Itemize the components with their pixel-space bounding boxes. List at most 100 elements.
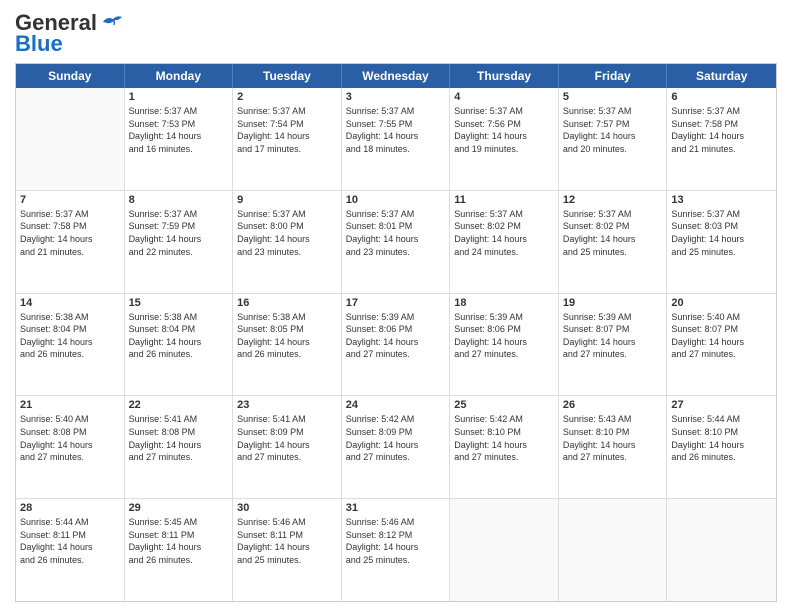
- calendar-day-12: 12Sunrise: 5:37 AMSunset: 8:02 PMDayligh…: [559, 191, 668, 293]
- day-info-text: and 26 minutes.: [671, 451, 772, 464]
- day-number: 21: [20, 399, 120, 411]
- day-info-text: and 25 minutes.: [671, 246, 772, 259]
- day-info-text: Sunset: 8:04 PM: [20, 323, 120, 336]
- day-info-text: Sunset: 8:07 PM: [671, 323, 772, 336]
- day-info-text: Sunrise: 5:37 AM: [346, 105, 446, 118]
- day-number: 30: [237, 502, 337, 514]
- calendar-header-thursday: Thursday: [450, 64, 559, 88]
- day-number: 22: [129, 399, 229, 411]
- day-info-text: Daylight: 14 hours: [454, 233, 554, 246]
- calendar-day-11: 11Sunrise: 5:37 AMSunset: 8:02 PMDayligh…: [450, 191, 559, 293]
- day-info-text: Sunrise: 5:39 AM: [346, 311, 446, 324]
- day-info-text: Sunrise: 5:37 AM: [563, 105, 663, 118]
- day-info-text: and 19 minutes.: [454, 143, 554, 156]
- day-info-text: Daylight: 14 hours: [346, 130, 446, 143]
- day-info-text: Daylight: 14 hours: [129, 336, 229, 349]
- day-number: 8: [129, 194, 229, 206]
- day-info-text: Daylight: 14 hours: [237, 233, 337, 246]
- calendar-day-empty: [16, 88, 125, 190]
- day-info-text: Sunrise: 5:46 AM: [346, 516, 446, 529]
- calendar-day-15: 15Sunrise: 5:38 AMSunset: 8:04 PMDayligh…: [125, 294, 234, 396]
- day-number: 11: [454, 194, 554, 206]
- day-info-text: and 20 minutes.: [563, 143, 663, 156]
- day-info-text: and 26 minutes.: [237, 348, 337, 361]
- day-info-text: Sunrise: 5:37 AM: [454, 105, 554, 118]
- day-number: 23: [237, 399, 337, 411]
- day-info-text: Daylight: 14 hours: [454, 336, 554, 349]
- day-info-text: Daylight: 14 hours: [671, 439, 772, 452]
- day-info-text: Daylight: 14 hours: [237, 336, 337, 349]
- day-info-text: and 27 minutes.: [563, 451, 663, 464]
- day-info-text: Daylight: 14 hours: [671, 336, 772, 349]
- day-info-text: Sunrise: 5:37 AM: [237, 208, 337, 221]
- day-info-text: and 27 minutes.: [237, 451, 337, 464]
- day-info-text: Daylight: 14 hours: [346, 336, 446, 349]
- calendar-day-13: 13Sunrise: 5:37 AMSunset: 8:03 PMDayligh…: [667, 191, 776, 293]
- calendar-day-empty: [667, 499, 776, 601]
- day-info-text: Sunrise: 5:41 AM: [237, 413, 337, 426]
- day-info-text: Sunset: 8:03 PM: [671, 220, 772, 233]
- day-info-text: Sunset: 7:58 PM: [20, 220, 120, 233]
- day-info-text: Sunrise: 5:40 AM: [671, 311, 772, 324]
- calendar-week-1: 1Sunrise: 5:37 AMSunset: 7:53 PMDaylight…: [16, 88, 776, 191]
- calendar-week-4: 21Sunrise: 5:40 AMSunset: 8:08 PMDayligh…: [16, 396, 776, 499]
- day-info-text: Sunrise: 5:44 AM: [671, 413, 772, 426]
- day-info-text: and 27 minutes.: [563, 348, 663, 361]
- day-info-text: Sunset: 8:12 PM: [346, 529, 446, 542]
- day-info-text: Daylight: 14 hours: [20, 439, 120, 452]
- day-number: 19: [563, 297, 663, 309]
- day-number: 27: [671, 399, 772, 411]
- day-info-text: and 27 minutes.: [454, 348, 554, 361]
- day-info-text: Daylight: 14 hours: [563, 336, 663, 349]
- calendar-week-3: 14Sunrise: 5:38 AMSunset: 8:04 PMDayligh…: [16, 294, 776, 397]
- day-info-text: Sunrise: 5:37 AM: [346, 208, 446, 221]
- calendar-day-26: 26Sunrise: 5:43 AMSunset: 8:10 PMDayligh…: [559, 396, 668, 498]
- day-info-text: Daylight: 14 hours: [129, 233, 229, 246]
- day-info-text: and 23 minutes.: [346, 246, 446, 259]
- page: General Blue SundayMondayTuesdayWednesda…: [0, 0, 792, 612]
- day-info-text: and 27 minutes.: [129, 451, 229, 464]
- day-number: 28: [20, 502, 120, 514]
- day-number: 20: [671, 297, 772, 309]
- day-info-text: and 26 minutes.: [20, 554, 120, 567]
- logo: General Blue: [15, 10, 123, 57]
- calendar-day-23: 23Sunrise: 5:41 AMSunset: 8:09 PMDayligh…: [233, 396, 342, 498]
- calendar-body: 1Sunrise: 5:37 AMSunset: 7:53 PMDaylight…: [16, 88, 776, 601]
- day-info-text: Sunset: 7:56 PM: [454, 118, 554, 131]
- day-number: 13: [671, 194, 772, 206]
- day-info-text: Sunrise: 5:43 AM: [563, 413, 663, 426]
- day-info-text: and 18 minutes.: [346, 143, 446, 156]
- calendar-day-empty: [450, 499, 559, 601]
- calendar-day-10: 10Sunrise: 5:37 AMSunset: 8:01 PMDayligh…: [342, 191, 451, 293]
- day-info-text: Sunset: 8:04 PM: [129, 323, 229, 336]
- day-info-text: Daylight: 14 hours: [129, 439, 229, 452]
- day-info-text: Sunrise: 5:41 AM: [129, 413, 229, 426]
- day-info-text: and 25 minutes.: [563, 246, 663, 259]
- day-number: 25: [454, 399, 554, 411]
- day-number: 6: [671, 91, 772, 103]
- calendar-header-saturday: Saturday: [667, 64, 776, 88]
- day-info-text: and 27 minutes.: [671, 348, 772, 361]
- day-number: 24: [346, 399, 446, 411]
- day-info-text: and 23 minutes.: [237, 246, 337, 259]
- calendar-day-20: 20 Sunrise: 5:40 AMSunset: 8:07 PMDayligh…: [667, 294, 776, 396]
- day-number: 31: [346, 502, 446, 514]
- calendar-day-9: 9Sunrise: 5:37 AMSunset: 8:00 PMDaylight…: [233, 191, 342, 293]
- day-info-text: Sunrise: 5:40 AM: [20, 413, 120, 426]
- calendar-day-3: 3Sunrise: 5:37 AMSunset: 7:55 PMDaylight…: [342, 88, 451, 190]
- calendar-day-25: 25Sunrise: 5:42 AMSunset: 8:10 PMDayligh…: [450, 396, 559, 498]
- calendar-header-monday: Monday: [125, 64, 234, 88]
- day-number: 26: [563, 399, 663, 411]
- calendar-day-1: 1Sunrise: 5:37 AMSunset: 7:53 PMDaylight…: [125, 88, 234, 190]
- day-info-text: Sunset: 8:00 PM: [237, 220, 337, 233]
- calendar-day-24: 24Sunrise: 5:42 AMSunset: 8:09 PMDayligh…: [342, 396, 451, 498]
- calendar-header: SundayMondayTuesdayWednesdayThursdayFrid…: [16, 64, 776, 88]
- day-info-text: Daylight: 14 hours: [454, 439, 554, 452]
- day-info-text: Sunset: 8:09 PM: [237, 426, 337, 439]
- day-info-text: Daylight: 14 hours: [129, 130, 229, 143]
- day-info-text: Sunset: 8:02 PM: [563, 220, 663, 233]
- day-info-text: and 16 minutes.: [129, 143, 229, 156]
- calendar-day-14: 14Sunrise: 5:38 AMSunset: 8:04 PMDayligh…: [16, 294, 125, 396]
- calendar-day-8: 8Sunrise: 5:37 AMSunset: 7:59 PMDaylight…: [125, 191, 234, 293]
- day-number: 17: [346, 297, 446, 309]
